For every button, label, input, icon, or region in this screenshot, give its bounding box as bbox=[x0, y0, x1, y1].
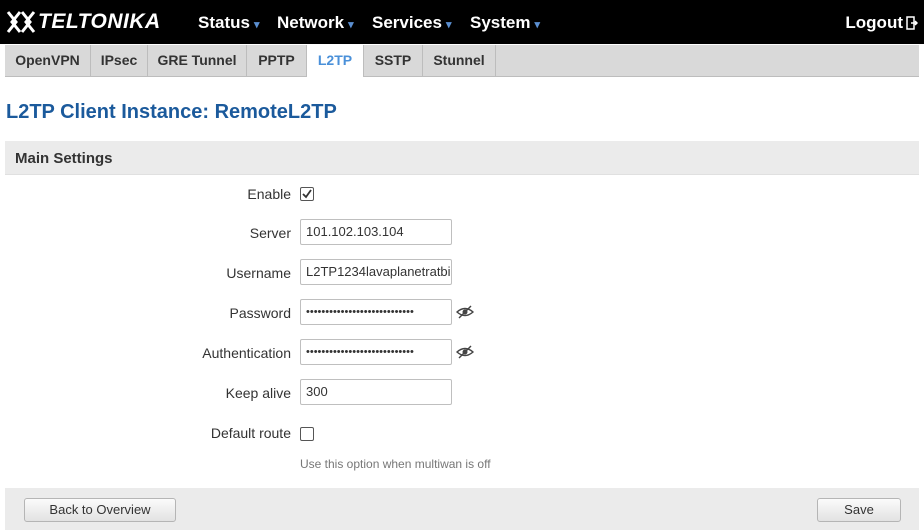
enable-label: Enable bbox=[247, 186, 291, 202]
nav-system[interactable]: System ▾ bbox=[470, 13, 540, 33]
back-to-overview-button[interactable]: Back to Overview bbox=[24, 498, 176, 522]
teltonika-logo-icon bbox=[6, 11, 36, 33]
save-button[interactable]: Save bbox=[817, 498, 901, 522]
server-input[interactable]: 101.102.103.104 bbox=[300, 219, 452, 245]
username-input[interactable]: L2TP1234lavaplanetratbird bbox=[300, 259, 452, 285]
section-title: Main Settings bbox=[15, 150, 113, 167]
nav-status[interactable]: Status ▾ bbox=[198, 13, 260, 33]
page-title: L2TP Client Instance: RemoteL2TP bbox=[6, 101, 337, 123]
nav-network-label: Network bbox=[277, 13, 345, 32]
nav-status-label: Status bbox=[198, 13, 250, 32]
tab-sstp[interactable]: SSTP bbox=[364, 45, 423, 76]
nav-services[interactable]: Services ▾ bbox=[372, 13, 451, 33]
tab-openvpn[interactable]: OpenVPN bbox=[5, 45, 91, 76]
password-label: Password bbox=[229, 305, 291, 321]
chevron-down-icon: ▾ bbox=[534, 18, 541, 31]
nav-services-label: Services bbox=[372, 13, 442, 32]
default-route-checkbox[interactable] bbox=[300, 427, 314, 441]
keep-alive-label: Keep alive bbox=[225, 385, 291, 401]
logout-icon bbox=[906, 16, 918, 30]
authentication-input[interactable]: •••••••••••••••••••••••••••• bbox=[300, 339, 452, 365]
default-route-hint: Use this option when multiwan is off bbox=[300, 457, 491, 471]
brand-name: TELTONIKA bbox=[38, 10, 161, 33]
authentication-label: Authentication bbox=[202, 345, 291, 361]
tab-ipsec[interactable]: IPsec bbox=[91, 45, 148, 76]
logout-label: Logout bbox=[845, 13, 903, 32]
tab-l2tp[interactable]: L2TP bbox=[307, 45, 364, 77]
username-label: Username bbox=[226, 265, 291, 281]
teltonika-logo[interactable]: TELTONIKA bbox=[6, 8, 161, 36]
checkmark-icon bbox=[302, 189, 312, 199]
tab-pptp[interactable]: PPTP bbox=[247, 45, 307, 76]
nav-network[interactable]: Network ▾ bbox=[277, 13, 354, 33]
top-navbar: TELTONIKA Status ▾ Network ▾ Services ▾ … bbox=[0, 0, 924, 44]
keep-alive-input[interactable]: 300 bbox=[300, 379, 452, 405]
enable-checkbox[interactable] bbox=[300, 187, 314, 201]
chevron-down-icon: ▾ bbox=[348, 18, 354, 31]
tab-gre-tunnel[interactable]: GRE Tunnel bbox=[148, 45, 247, 76]
server-label: Server bbox=[249, 225, 291, 241]
password-input[interactable]: •••••••••••••••••••••••••••• bbox=[300, 299, 452, 325]
section-header: Main Settings bbox=[5, 141, 919, 175]
eye-slash-icon[interactable] bbox=[456, 345, 474, 359]
default-route-label: Default route bbox=[210, 425, 291, 441]
logout-link[interactable]: Logout bbox=[845, 13, 918, 33]
tab-stunnel[interactable]: Stunnel bbox=[423, 45, 496, 76]
chevron-down-icon: ▾ bbox=[253, 18, 260, 31]
vpn-tab-strip: OpenVPN IPsec GRE Tunnel PPTP L2TP SSTP … bbox=[5, 45, 919, 77]
nav-system-label: System bbox=[470, 13, 531, 32]
chevron-down-icon: ▾ bbox=[445, 18, 452, 31]
footer-bar: Back to Overview Save bbox=[5, 488, 919, 530]
eye-slash-icon[interactable] bbox=[456, 305, 474, 319]
